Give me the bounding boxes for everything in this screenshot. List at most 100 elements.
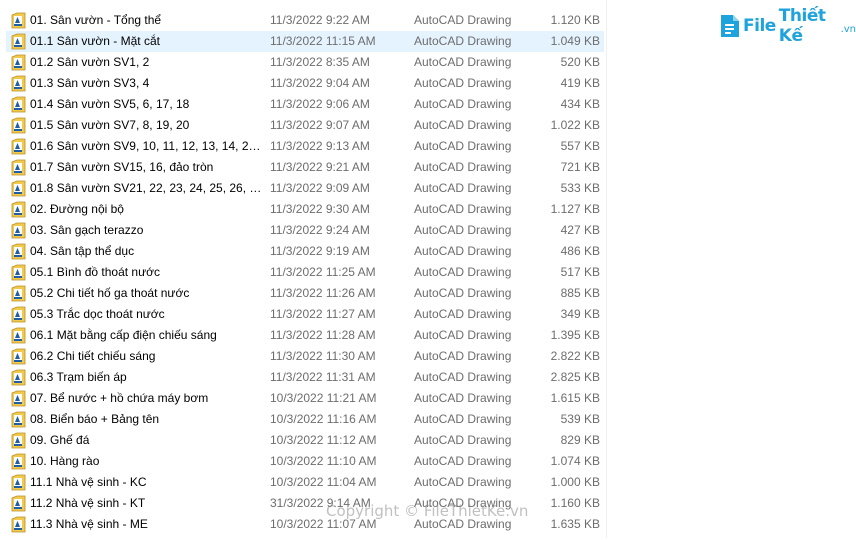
file-row[interactable]: 01.7 Sân vườn SV15, 16, đảo tròn 11/3/202… [6,157,604,178]
file-name: 01.3 Sân vườn SV3, 4 [30,76,150,90]
file-row[interactable]: 05.1 Bình đồ thoát nước 11/3/2022 11:25 A… [6,262,604,283]
file-name: 07. Bể nước + hồ chứa máy bơm [30,391,209,405]
file-size: 533 KB [560,181,600,195]
file-row[interactable]: 01.6 Sân vườn SV9, 10, 11, 12, 13, 14, 2… [6,136,604,157]
filethietke-logo-icon [719,13,741,39]
file-type: AutoCAD Drawing [414,223,512,237]
file-row[interactable]: 09. Ghế đá 10/3/2022 11:12 AM AutoCAD Draw… [6,430,604,451]
file-type: AutoCAD Drawing [414,97,512,111]
file-name: 06.3 Trạm biến áp [30,370,127,384]
file-name: 11.2 Nhà vệ sinh - KT [30,496,146,510]
file-type: AutoCAD Drawing [414,118,512,132]
file-row[interactable]: 11.1 Nhà vệ sinh - KC 10/3/2022 11:04 AM A… [6,472,604,493]
file-row[interactable]: 01.2 Sân vườn SV1, 2 11/3/2022 8:35 AM Aut… [6,52,604,73]
file-size: 349 KB [560,307,600,321]
file-row[interactable]: 01.8 Sân vườn SV21, 22, 23, 24, 25, 26, … [6,178,604,199]
file-date-modified: 10/3/2022 11:12 AM [270,433,377,447]
file-type: AutoCAD Drawing [414,265,512,279]
file-type: AutoCAD Drawing [414,181,512,195]
file-type: AutoCAD Drawing [414,412,512,426]
file-size: 1.635 KB [550,517,600,531]
file-size: 1.074 KB [550,454,600,468]
autocad-file-icon [11,369,26,386]
file-row[interactable]: 08. Biển báo + Bảng tên 10/3/2022 11:16 A… [6,409,604,430]
file-row[interactable]: 07. Bể nước + hồ chứa máy bơm 10/3/2022 1… [6,388,604,409]
file-name: 01.1 Sân vườn - Mặt cắt [30,34,160,48]
file-type: AutoCAD Drawing [414,34,512,48]
autocad-file-icon [11,390,26,407]
file-row[interactable]: 01.3 Sân vườn SV3, 4 11/3/2022 9:04 AM Aut… [6,73,604,94]
file-row[interactable]: 10. Hàng rào 10/3/2022 11:10 AM AutoCAD Dr… [6,451,604,472]
file-row[interactable]: 02. Đường nội bộ 11/3/2022 9:30 AM AutoCAD… [6,199,604,220]
file-type: AutoCAD Drawing [414,433,512,447]
autocad-file-icon [11,138,26,155]
file-type: AutoCAD Drawing [414,370,512,384]
autocad-file-icon [11,117,26,134]
file-size: 1.022 KB [550,118,600,132]
file-size: 1.000 KB [550,475,600,489]
file-date-modified: 10/3/2022 11:21 AM [270,391,377,405]
file-type: AutoCAD Drawing [414,475,512,489]
file-size: 419 KB [560,76,600,90]
file-type: AutoCAD Drawing [414,349,512,363]
file-date-modified: 11/3/2022 11:27 AM [270,307,376,321]
file-name: 11.1 Nhà vệ sinh - KC [30,475,147,489]
autocad-file-icon [11,474,26,491]
file-date-modified: 11/3/2022 8:35 AM [270,55,370,69]
file-type: AutoCAD Drawing [414,202,512,216]
file-row[interactable]: 05.3 Trắc dọc thoát nước 11/3/2022 11:27 … [6,304,604,325]
file-row[interactable]: 01. Sân vườn - Tổng thể 11/3/2022 9:22 AM… [6,10,604,31]
autocad-file-icon [11,264,26,281]
file-date-modified: 10/3/2022 11:16 AM [270,412,377,426]
autocad-file-icon [11,348,26,365]
file-type: AutoCAD Drawing [414,391,512,405]
file-size: 885 KB [560,286,600,300]
file-name: 08. Biển báo + Bảng tên [30,412,160,426]
brand-name-part3: .vn [840,23,856,35]
file-name: 05.2 Chi tiết hố ga thoát nước [30,286,190,300]
autocad-file-icon [11,201,26,218]
file-size: 1.615 KB [550,391,600,405]
file-row[interactable]: 06.2 Chi tiết chiếu sáng 11/3/2022 11:30 … [6,346,604,367]
autocad-file-icon [11,495,26,512]
file-row[interactable]: 06.3 Trạm biến áp 11/3/2022 11:31 AM AutoC… [6,367,604,388]
file-row[interactable]: 01.4 Sân vườn SV5, 6, 17, 18 11/3/2022 9:… [6,94,604,115]
file-type: AutoCAD Drawing [414,454,512,468]
file-date-modified: 11/3/2022 9:24 AM [270,223,370,237]
file-name: 01.5 Sân vườn SV7, 8, 19, 20 [30,118,190,132]
file-size: 829 KB [560,433,600,447]
file-name: 01.2 Sân vườn SV1, 2 [30,55,150,69]
file-name: 02. Đường nội bộ [30,202,124,216]
autocad-file-icon [11,12,26,29]
file-date-modified: 11/3/2022 9:13 AM [270,139,370,153]
file-row[interactable]: 06.1 Mặt bằng cấp điện chiếu sáng 11/3/20… [6,325,604,346]
autocad-file-icon [11,54,26,71]
file-size: 721 KB [560,160,600,174]
file-size: 517 KB [560,265,600,279]
file-name: 03. Sân gạch terazzo [30,223,144,237]
file-row[interactable]: 03. Sân gạch terazzo 11/3/2022 9:24 AM Aut… [6,220,604,241]
file-size: 2.822 KB [550,349,600,363]
file-type: AutoCAD Drawing [414,307,512,321]
file-date-modified: 11/3/2022 11:28 AM [270,328,376,342]
file-date-modified: 11/3/2022 9:19 AM [270,244,370,258]
file-list: 01. Sân vườn - Tổng thể 11/3/2022 9:22 AM… [6,10,604,535]
file-name: 06.1 Mặt bằng cấp điện chiếu sáng [30,328,217,342]
file-name: 01. Sân vườn - Tổng thể [30,13,162,27]
file-type: AutoCAD Drawing [414,139,512,153]
file-name: 04. Sân tập thể dục [30,244,135,258]
file-size: 434 KB [560,97,600,111]
file-row[interactable]: 04. Sân tập thể dục 11/3/2022 9:19 AM Auto… [6,241,604,262]
file-size: 1.049 KB [550,34,600,48]
autocad-file-icon [11,285,26,302]
file-row[interactable]: 05.2 Chi tiết hố ga thoát nước 11/3/2022 … [6,283,604,304]
file-name: 05.3 Trắc dọc thoát nước [30,307,165,321]
autocad-file-icon [11,33,26,50]
file-size: 2.825 KB [550,370,600,384]
autocad-file-icon [11,411,26,428]
file-row[interactable]: 01.1 Sân vườn - Mặt cắt 11/3/2022 11:15 A… [6,31,604,52]
file-date-modified: 11/3/2022 9:06 AM [270,97,370,111]
file-row[interactable]: 01.5 Sân vườn SV7, 8, 19, 20 11/3/2022 9:… [6,115,604,136]
file-size: 520 KB [560,55,600,69]
file-name: 01.7 Sân vườn SV15, 16, đảo tròn [30,160,214,174]
